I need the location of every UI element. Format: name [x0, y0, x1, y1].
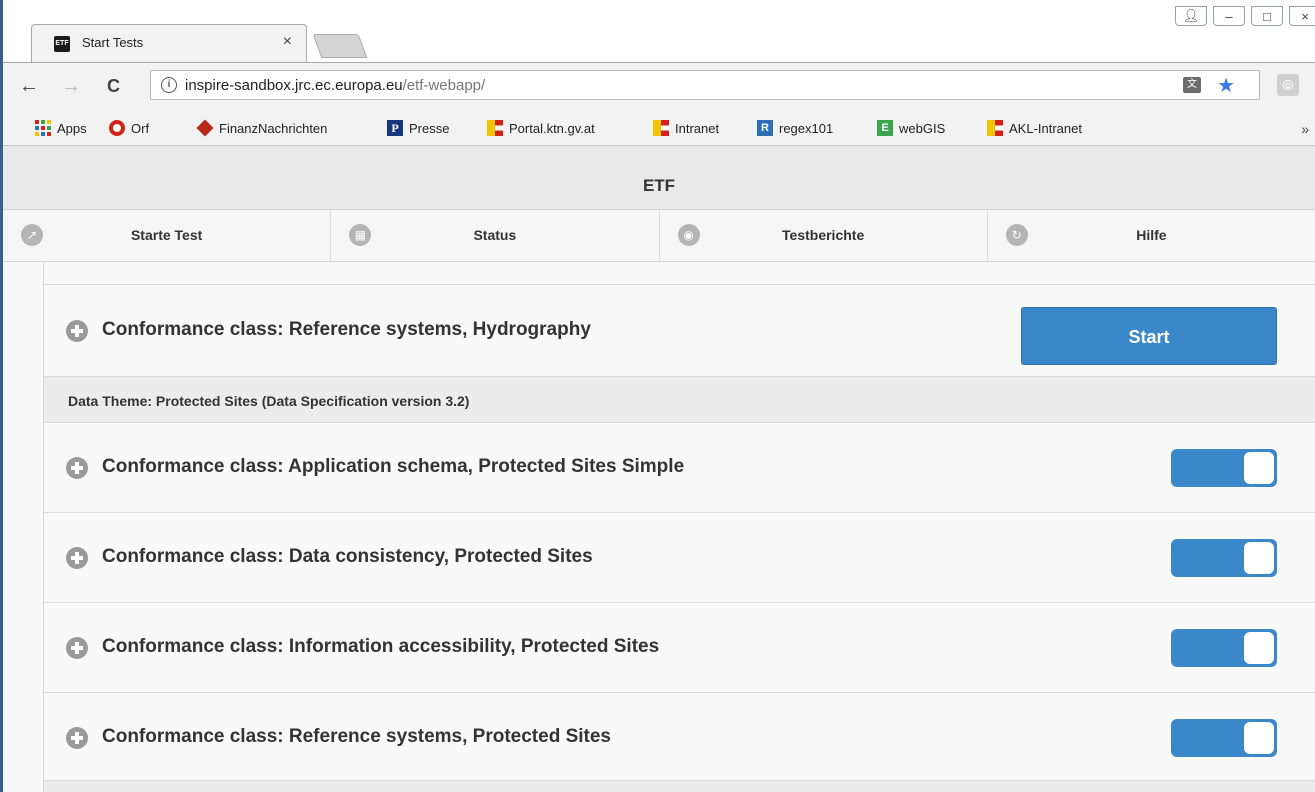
url-text[interactable]: inspire-sandbox.jrc.ec.europa.eu/etf-web… — [185, 77, 485, 94]
toggle-knob — [1244, 722, 1274, 754]
translate-icon[interactable]: 文 — [1183, 77, 1201, 93]
nav-testberichte[interactable]: ◉ Testberichte — [660, 210, 988, 261]
bookmark-label: Orf — [131, 120, 150, 136]
expand-plus-icon[interactable] — [66, 637, 88, 659]
bookmark-label: webGIS — [899, 120, 946, 136]
select-toggle[interactable] — [1171, 539, 1277, 577]
regex101-logo-icon: R — [757, 120, 773, 136]
maximize-icon[interactable]: □ — [1251, 6, 1283, 26]
forward-arrow-icon[interactable]: → — [61, 75, 81, 98]
expand-plus-icon[interactable] — [66, 320, 88, 342]
list-item-cc-data-consistency[interactable]: Conformance class: Data consistency, Pro… — [44, 512, 1315, 602]
bookmark-orf[interactable]: Orf — [109, 120, 149, 136]
list-item-cc-ref-hydro[interactable]: Conformance class: Reference systems, Hy… — [44, 284, 1315, 376]
bookmark-finanznachrichten[interactable]: FinanzNachrichten — [196, 119, 328, 137]
list-item-cc-info-access[interactable]: Conformance class: Information accessibi… — [44, 602, 1315, 692]
tab-title: Start Tests — [82, 35, 144, 50]
user-profile-icon[interactable]: 👤︎ — [1175, 6, 1207, 26]
start-button[interactable]: Start — [1021, 307, 1277, 365]
bookmark-label: Apps — [57, 120, 87, 136]
carinthia-flag-icon — [987, 120, 1003, 136]
main-content: Conformance class: Reference systems, Hy… — [3, 262, 1315, 792]
bookmark-apps[interactable]: Apps — [35, 120, 87, 136]
conformance-class-label: Conformance class: Information accessibi… — [102, 636, 660, 657]
bookmark-intranet[interactable]: Intranet — [653, 120, 719, 136]
bookmark-label: Portal.ktn.gv.at — [509, 120, 595, 136]
select-toggle[interactable] — [1171, 629, 1277, 667]
url-host: inspire-sandbox.jrc.ec.europa.eu — [185, 77, 403, 94]
bookmark-label: regex101 — [779, 120, 834, 136]
conformance-class-label: Conformance class: Reference systems, Pr… — [102, 726, 611, 747]
conformance-class-label: Conformance class: Data consistency, Pro… — [102, 546, 593, 567]
nav-label: Hilfe — [1136, 227, 1167, 243]
bookmark-presse[interactable]: P Presse — [387, 120, 449, 136]
bookmark-label: Presse — [409, 120, 450, 136]
conformance-class-label: Conformance class: Reference systems, Hy… — [102, 319, 591, 340]
minimize-icon[interactable]: – — [1213, 6, 1245, 26]
presse-logo-icon: P — [387, 120, 403, 136]
nav-starte-test[interactable]: ↗ Starte Test — [3, 210, 332, 261]
address-bar[interactable]: i inspire-sandbox.jrc.ec.europa.eu/etf-w… — [150, 70, 1260, 100]
bookmark-portal-ktn[interactable]: Portal.ktn.gv.at — [487, 120, 595, 136]
bookmark-label: FinanzNachrichten — [219, 120, 328, 136]
expand-plus-icon[interactable] — [66, 457, 88, 479]
app-header: ETF — [3, 146, 1315, 210]
conformance-class-label: Conformance class: Application schema, P… — [102, 456, 685, 477]
webgis-logo-icon: E — [877, 120, 893, 136]
window-controls: 👤︎ – □ × — [1169, 6, 1315, 30]
carinthia-flag-icon — [653, 120, 669, 136]
nav-label: Starte Test — [130, 227, 203, 243]
browser-tab[interactable]: ETF Start Tests × — [31, 24, 307, 62]
list-item-cc-ref-protected[interactable]: Conformance class: Reference systems, Pr… — [44, 692, 1315, 780]
bookmark-akl-intranet[interactable]: AKL-Intranet — [987, 120, 1082, 136]
finanznachrichten-logo-icon — [196, 119, 214, 137]
browser-toolbar: ← → C i inspire-sandbox.jrc.ec.europa.eu… — [3, 62, 1315, 114]
bookmark-label: Intranet — [675, 120, 720, 136]
bookmark-webgis[interactable]: E webGIS — [877, 120, 945, 136]
next-section-header — [44, 780, 1315, 792]
select-toggle[interactable] — [1171, 449, 1277, 487]
expand-plus-icon[interactable] — [66, 547, 88, 569]
app-title: ETF — [642, 176, 676, 195]
new-tab-button[interactable] — [312, 34, 368, 58]
test-list-panel: Conformance class: Reference systems, Hy… — [43, 262, 1315, 792]
tab-close-icon[interactable]: × — [283, 33, 292, 51]
tab-strip: ETF Start Tests × — [3, 0, 1315, 62]
toggle-knob — [1244, 632, 1274, 664]
nav-status[interactable]: ▦ Status — [331, 210, 660, 261]
app-navbar: ↗ Starte Test ▦ Status ◉ Testberichte ↻ … — [3, 210, 1315, 262]
list-item-cc-app-schema[interactable]: Conformance class: Application schema, P… — [44, 422, 1315, 512]
data-theme-header: Data Theme: Protected Sites (Data Specif… — [44, 376, 1315, 422]
etf-favicon-icon: ETF — [54, 36, 70, 52]
orf-logo-icon — [109, 120, 125, 136]
nav-label: Testberichte — [782, 227, 865, 243]
bookmark-regex101[interactable]: R regex101 — [757, 120, 833, 136]
bookmarks-bar: Apps Orf FinanzNachrichten P Presse Port… — [3, 114, 1315, 146]
reload-icon[interactable]: C — [107, 76, 120, 97]
nav-label: Status — [473, 227, 517, 243]
nav-hilfe[interactable]: ↻ Hilfe — [988, 210, 1315, 261]
apps-grid-icon — [35, 120, 51, 136]
expand-plus-icon[interactable] — [66, 727, 88, 749]
toggle-knob — [1244, 542, 1274, 574]
carinthia-flag-icon — [487, 120, 503, 136]
back-arrow-icon[interactable]: ← — [19, 75, 39, 98]
url-path: /etf-webapp/ — [402, 77, 486, 94]
bookmarks-overflow-icon[interactable]: » — [1301, 121, 1309, 137]
bookmark-star-icon[interactable]: ★ — [1217, 73, 1235, 98]
close-window-icon[interactable]: × — [1289, 6, 1315, 26]
bookmark-label: AKL-Intranet — [1009, 120, 1082, 136]
info-icon[interactable]: i — [161, 77, 177, 93]
data-theme-label: Data Theme: Protected Sites (Data Specif… — [68, 393, 470, 409]
select-toggle[interactable] — [1171, 719, 1277, 757]
toggle-knob — [1244, 452, 1274, 484]
rss-extension-icon[interactable]: ⦾ — [1277, 74, 1299, 96]
